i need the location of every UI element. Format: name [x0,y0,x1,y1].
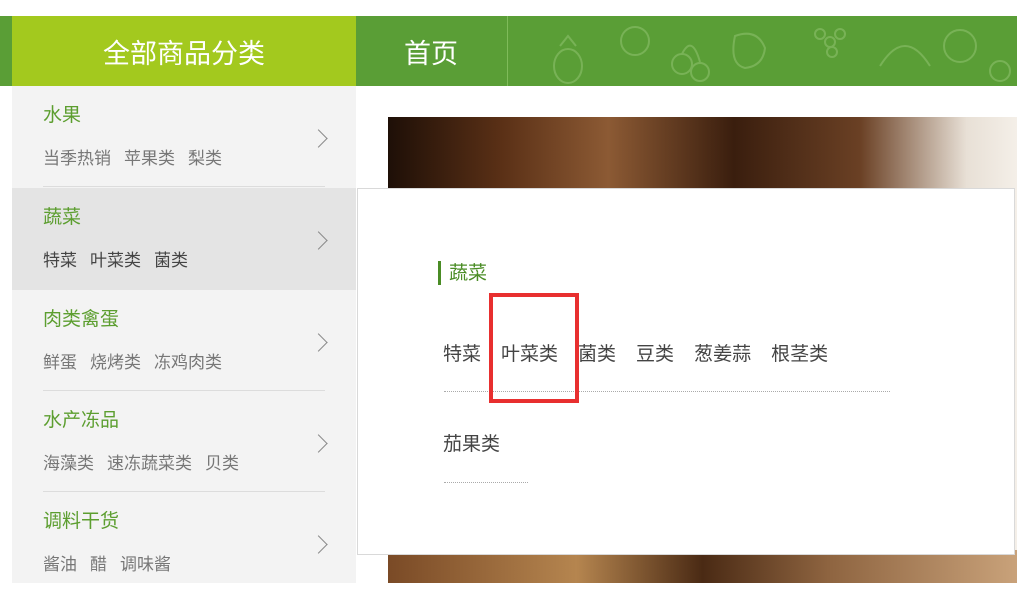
chevron-right-icon [309,535,328,554]
category-title[interactable]: 调料干货 [43,506,119,533]
submenu-link[interactable]: 豆类 [636,343,674,365]
subcategory-link[interactable]: 特菜 [43,251,77,271]
dotted-divider [444,391,890,392]
fruit-pattern-decoration [553,26,1011,84]
all-categories-tab[interactable]: 全部商品分类 [12,16,356,86]
subcategory-link[interactable]: 调味酱 [120,555,171,575]
category-fruit[interactable]: 水果 当季热销 苹果类 梨类 [12,86,356,188]
category-seasonings[interactable]: 调料干货 酱油醋调味酱 [12,492,356,594]
category-seafood[interactable]: 水产冻品 海藻类 速冻蔬菜类 贝类 [12,391,356,493]
subcategory-link[interactable]: 当季热销 [43,149,111,169]
subcategory-link[interactable]: 醋 [90,555,107,575]
subcategory-link[interactable]: 速冻蔬菜类 [107,454,192,474]
subcategory-link[interactable]: 冻鸡肉类 [154,353,222,373]
subcategory-link[interactable]: 酱油 [43,555,77,575]
subcategory-link[interactable]: 烧烤类 [90,353,141,373]
home-tab[interactable]: 首页 [356,16,506,86]
vegetables-submenu-panel: 蔬菜 特菜 叶菜类 菌类 豆类 葱姜蒜 根茎类 茄果类 [357,188,1015,555]
subcategory-link[interactable]: 贝类 [205,454,239,474]
subcategory-link[interactable]: 苹果类 [124,149,175,169]
submenu-link[interactable]: 叶菜类 [501,343,558,365]
submenu-link[interactable]: 根茎类 [771,343,828,365]
category-title[interactable]: 肉类禽蛋 [43,304,119,331]
category-title[interactable]: 水产冻品 [43,405,119,432]
subcategory-link[interactable]: 菌类 [154,251,188,271]
category-subitems: 海藻类 速冻蔬菜类 贝类 [43,449,252,474]
top-nav-bar: 全部商品分类 首页 [0,16,1017,86]
category-title[interactable]: 水果 [43,100,81,127]
subcategory-link[interactable]: 叶菜类 [90,251,141,271]
category-subitems: 特菜 叶菜类 菌类 [43,246,201,271]
tab-divider [507,16,508,86]
submenu-link[interactable]: 特菜 [443,343,481,365]
category-meat-eggs[interactable]: 肉类禽蛋 鲜蛋 烧烤类 冻鸡肉类 [12,290,356,392]
chevron-right-icon [309,434,328,453]
category-sidebar: 水果 当季热销 苹果类 梨类 蔬菜 特菜 叶菜类 菌类 肉类禽蛋 鲜蛋 烧烤类 冻鸡肉类 水… [12,86,356,583]
subcategory-link[interactable]: 梨类 [188,149,222,169]
divider [43,186,325,187]
subcategory-link[interactable]: 鲜蛋 [43,353,77,373]
submenu-link[interactable]: 菌类 [578,343,616,365]
category-title[interactable]: 蔬菜 [43,202,81,229]
dotted-divider [444,482,528,483]
submenu-row: 特菜 叶菜类 菌类 豆类 葱姜蒜 根茎类 [443,339,848,366]
subcategory-link[interactable]: 海藻类 [43,454,94,474]
category-subitems: 鲜蛋 烧烤类 冻鸡肉类 [43,348,235,373]
submenu-row: 茄果类 [443,429,520,456]
chevron-right-icon [309,129,328,148]
category-subitems: 当季热销 苹果类 梨类 [43,144,235,169]
submenu-link[interactable]: 茄果类 [443,433,500,455]
category-subitems: 酱油醋调味酱 [43,550,184,575]
category-vegetables[interactable]: 蔬菜 特菜 叶菜类 菌类 [12,188,356,290]
chevron-right-icon [309,231,328,250]
chevron-right-icon [309,333,328,352]
submenu-link[interactable]: 葱姜蒜 [694,343,751,365]
submenu-title[interactable]: 蔬菜 [438,261,487,285]
